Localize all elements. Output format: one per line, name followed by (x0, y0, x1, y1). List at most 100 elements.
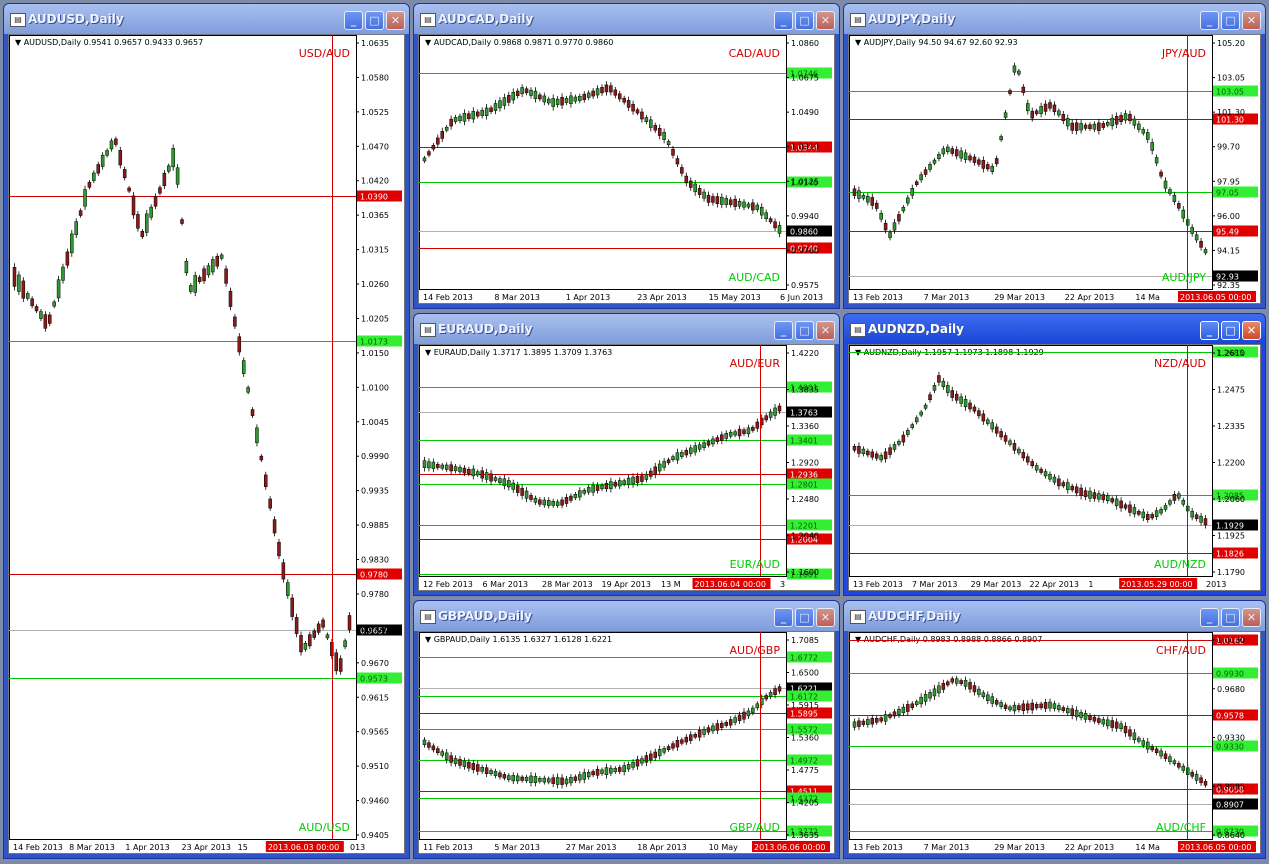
candle-body (1110, 498, 1114, 503)
minimize-button[interactable]: _ (1200, 11, 1219, 30)
price-chart[interactable]: ▼ AUDJPY,Daily 94.50 94.67 92.60 92.93 10… (849, 35, 1260, 303)
chart-canvas[interactable]: ▼ AUDNZD,Daily 1.1957 1.1973 1.1898 1.19… (848, 344, 1261, 591)
title-bar[interactable]: ▤ AUDCHF,Daily _ □ ✕ (844, 601, 1265, 631)
close-button[interactable]: ✕ (1242, 608, 1261, 627)
candle-body (941, 380, 946, 387)
candle-body (711, 438, 715, 445)
y-tick-label: 1.2335 (1217, 422, 1245, 431)
candle-body (1079, 487, 1083, 496)
chart-canvas[interactable]: ▼ AUDCAD,Daily 0.9868 0.9871 0.9770 0.98… (418, 34, 835, 304)
candle-body (268, 498, 272, 509)
minimize-button[interactable]: _ (1200, 608, 1219, 627)
close-button[interactable]: ✕ (816, 11, 835, 30)
candle-body (937, 685, 941, 694)
price-chart[interactable]: ▼ AUDNZD,Daily 1.1957 1.1973 1.1898 1.19… (849, 345, 1260, 590)
candle-body (711, 725, 715, 732)
chart-window-icon[interactable]: ▤ (420, 13, 436, 27)
close-button[interactable]: ✕ (816, 608, 835, 627)
level-price-label: 0.8907 (1216, 801, 1244, 810)
candle-body (733, 431, 737, 436)
candle-body (649, 470, 653, 477)
title-bar[interactable]: ▤ EURAUD,Daily _ □ ✕ (414, 314, 839, 344)
candle-body (1172, 194, 1177, 202)
maximize-button[interactable]: □ (1221, 608, 1240, 627)
price-chart[interactable]: ▼ AUDCHF,Daily 0.8983 0.8988 0.8866 0.89… (849, 632, 1260, 853)
candle-body (347, 615, 352, 630)
candle-body (954, 393, 959, 401)
y-tick-label: 0.9575 (791, 281, 819, 290)
candle-body (595, 768, 600, 776)
price-chart[interactable]: ▼ AUDUSD,Daily 0.9541 0.9657 0.9433 0.96… (9, 35, 404, 853)
chart-window-icon[interactable]: ▤ (420, 323, 436, 337)
title-bar[interactable]: ▤ AUDJPY,Daily _ □ ✕ (844, 4, 1265, 34)
candle-body (1017, 705, 1021, 711)
candle-body (852, 446, 857, 451)
candle-body (458, 467, 462, 473)
candle-body (635, 476, 640, 484)
chart-window-audusd[interactable]: ▤ AUDUSD,Daily _ □ ✕ ▼ AUDUSD,Daily 0.95… (3, 3, 410, 859)
candle-body (635, 109, 640, 114)
candle-body (1194, 234, 1199, 241)
candle-body (140, 231, 145, 238)
candle-body (582, 93, 586, 100)
candle-body (507, 775, 511, 780)
maximize-button[interactable]: □ (1221, 11, 1240, 30)
candle-body (666, 141, 671, 145)
price-chart[interactable]: ▼ EURAUD,Daily 1.3717 1.3895 1.3709 1.37… (419, 345, 834, 590)
candle-body (564, 497, 569, 504)
chart-canvas[interactable]: ▼ AUDCHF,Daily 0.8983 0.8988 0.8866 0.89… (848, 631, 1261, 854)
candle-body (312, 630, 316, 638)
candle-body (1194, 773, 1199, 781)
chart-window-icon[interactable]: ▤ (420, 610, 436, 624)
maximize-button[interactable]: □ (1221, 321, 1240, 340)
minimize-button[interactable]: _ (344, 11, 363, 30)
close-button[interactable]: ✕ (1242, 11, 1261, 30)
chart-canvas[interactable]: ▼ GBPAUD,Daily 1.6135 1.6327 1.6128 1.62… (418, 631, 835, 854)
chart-canvas[interactable]: ▼ EURAUD,Daily 1.3717 1.3895 1.3709 1.37… (418, 344, 835, 591)
candle-body (476, 111, 480, 117)
maximize-button[interactable]: □ (795, 321, 814, 340)
title-bar[interactable]: ▤ AUDCAD,Daily _ □ ✕ (414, 4, 839, 34)
minimize-button[interactable]: _ (1200, 321, 1219, 340)
symbol-info: ▼ AUDCAD,Daily 0.9868 0.9871 0.9770 0.98… (425, 38, 613, 47)
chart-window-audcad[interactable]: ▤ AUDCAD,Daily _ □ ✕ ▼ AUDCAD,Daily 0.98… (413, 3, 840, 309)
chart-window-euraud[interactable]: ▤ EURAUD,Daily _ □ ✕ ▼ EURAUD,Daily 1.37… (413, 313, 840, 596)
close-button[interactable]: ✕ (816, 321, 835, 340)
chart-window-icon[interactable]: ▤ (850, 323, 866, 337)
chart-window-audjpy[interactable]: ▤ AUDJPY,Daily _ □ ✕ ▼ AUDJPY,Daily 94.5… (843, 3, 1266, 309)
chart-window-audchf[interactable]: ▤ AUDCHF,Daily _ □ ✕ ▼ AUDCHF,Daily 0.89… (843, 600, 1266, 859)
candle-body (1114, 498, 1119, 507)
chart-window-icon[interactable]: ▤ (850, 610, 866, 624)
candle-body (742, 429, 746, 434)
chart-window-gbpaud[interactable]: ▤ GBPAUD,Daily _ □ ✕ ▼ GBPAUD,Daily 1.61… (413, 600, 840, 859)
chart-canvas[interactable]: ▼ AUDJPY,Daily 94.50 94.67 92.60 92.93 10… (848, 34, 1261, 304)
close-button[interactable]: ✕ (1242, 321, 1261, 340)
level-price-label: 1.1929 (1216, 522, 1244, 531)
close-button[interactable]: ✕ (386, 11, 405, 30)
chart-window-icon[interactable]: ▤ (850, 13, 866, 27)
candle-body (17, 274, 21, 292)
candle-body (202, 268, 206, 282)
candle-body (657, 127, 662, 136)
maximize-button[interactable]: □ (795, 608, 814, 627)
chart-canvas[interactable]: ▼ AUDUSD,Daily 0.9541 0.9657 0.9433 0.96… (8, 34, 405, 854)
minimize-button[interactable]: _ (774, 11, 793, 30)
maximize-button[interactable]: □ (365, 11, 384, 30)
title-bar[interactable]: ▤ GBPAUD,Daily _ □ ✕ (414, 601, 839, 631)
maximize-button[interactable]: □ (795, 11, 814, 30)
chart-window-audnzd[interactable]: ▤ AUDNZD,Daily _ □ ✕ ▼ AUDNZD,Daily 1.19… (843, 313, 1266, 596)
candle-body (1061, 482, 1066, 487)
chart-window-icon[interactable]: ▤ (10, 13, 26, 27)
title-bar[interactable]: ▤ AUDUSD,Daily _ □ ✕ (4, 4, 409, 34)
candle-body (1137, 511, 1141, 515)
candle-body (1110, 720, 1114, 728)
price-chart[interactable]: ▼ AUDCAD,Daily 0.9868 0.9871 0.9770 0.98… (419, 35, 834, 303)
price-chart[interactable]: ▼ GBPAUD,Daily 1.6135 1.6327 1.6128 1.62… (419, 632, 834, 853)
candle-body (1145, 514, 1150, 520)
candle-body (12, 267, 17, 287)
minimize-button[interactable]: _ (774, 608, 793, 627)
title-bar[interactable]: ▤ AUDNZD,Daily _ □ ✕ (844, 314, 1265, 344)
candle-body (100, 154, 105, 167)
candle-body (928, 164, 932, 170)
minimize-button[interactable]: _ (774, 321, 793, 340)
